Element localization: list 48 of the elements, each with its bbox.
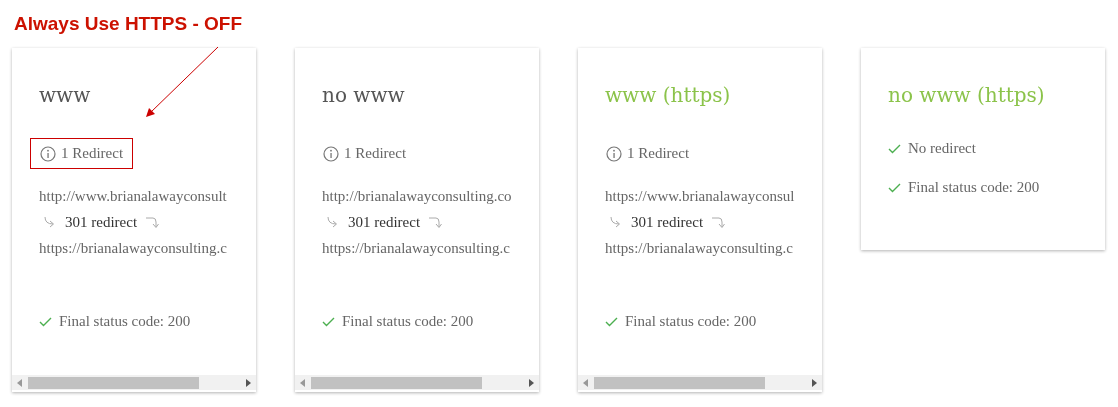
horizontal-scrollbar[interactable] xyxy=(295,375,539,390)
redirect-count-text: 1 Redirect xyxy=(627,145,690,162)
annotation-label: Always Use HTTPS - OFF xyxy=(14,13,243,35)
card-title: www (https) xyxy=(605,82,732,109)
check-icon xyxy=(322,316,335,327)
info-icon xyxy=(606,145,622,162)
source-url: http://brianalawayconsulting.co xyxy=(322,187,513,206)
scrollbar-thumb[interactable] xyxy=(594,376,765,389)
check-icon xyxy=(39,316,52,327)
target-url: https://brianalawayconsulting.c xyxy=(605,239,794,258)
hook-arrow-icon xyxy=(428,215,443,229)
scrollbar-thumb[interactable] xyxy=(28,376,199,389)
redirect-status: No redirect xyxy=(908,140,976,157)
check-icon xyxy=(888,182,901,193)
final-status: Final status code: 200 xyxy=(59,313,191,330)
redirect-label: 301 redirect xyxy=(65,213,138,232)
scroll-right-icon[interactable] xyxy=(245,378,251,387)
info-icon xyxy=(323,145,339,162)
hook-arrow-icon xyxy=(326,216,340,228)
final-status: Final status code: 200 xyxy=(625,313,757,330)
hook-arrow-icon xyxy=(43,216,57,228)
hook-arrow-icon xyxy=(711,215,726,229)
horizontal-scrollbar[interactable] xyxy=(578,375,822,390)
source-url: https://www.brianalawayconsul xyxy=(605,187,796,206)
redirect-label: 301 redirect xyxy=(631,213,704,232)
card-title: no www (https) xyxy=(888,82,1046,109)
card-title: no www xyxy=(322,82,406,109)
hook-arrow-icon xyxy=(145,215,160,229)
target-url: https://brianalawayconsulting.c xyxy=(39,239,228,258)
check-icon xyxy=(888,143,901,154)
redirect-label: 301 redirect xyxy=(348,213,421,232)
final-status: Final status code: 200 xyxy=(908,179,1040,196)
scroll-right-icon[interactable] xyxy=(811,378,817,387)
hook-arrow-icon xyxy=(609,216,623,228)
target-url: https://brianalawayconsulting.c xyxy=(322,239,511,258)
redirect-count-text: 1 Redirect xyxy=(61,145,124,162)
scroll-right-icon[interactable] xyxy=(528,378,534,387)
final-status: Final status code: 200 xyxy=(342,313,474,330)
source-url: http://www.brianalawayconsult xyxy=(39,187,228,206)
check-icon xyxy=(605,316,618,327)
scroll-left-icon[interactable] xyxy=(17,378,23,387)
scroll-left-icon[interactable] xyxy=(583,378,589,387)
scrollbar-thumb[interactable] xyxy=(311,376,482,389)
info-icon xyxy=(40,145,56,162)
horizontal-scrollbar[interactable] xyxy=(12,375,256,390)
scroll-left-icon[interactable] xyxy=(300,378,306,387)
redirect-count-text: 1 Redirect xyxy=(344,145,407,162)
card-title: www xyxy=(39,82,92,109)
